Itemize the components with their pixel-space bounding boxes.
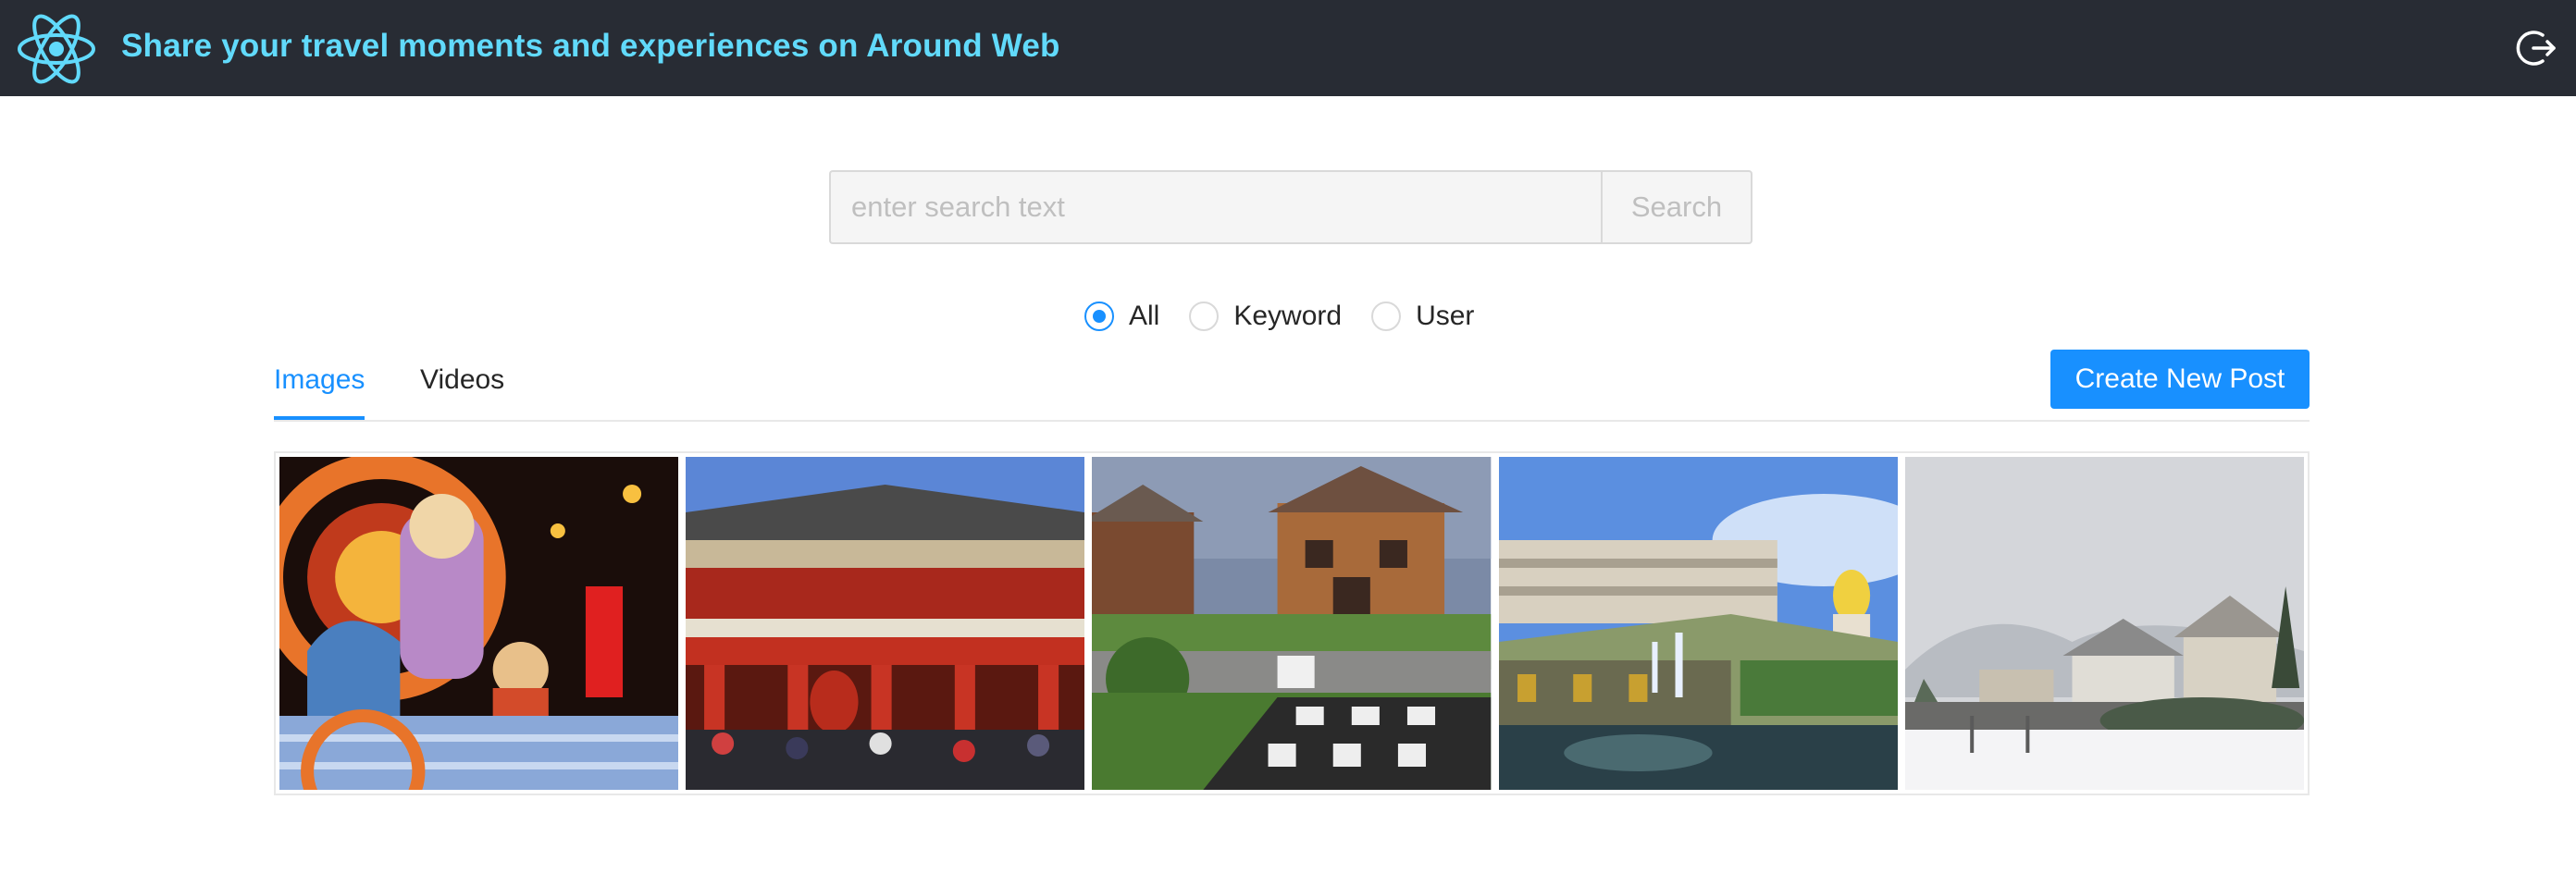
tab-videos[interactable]: Videos (420, 364, 504, 416)
logout-icon[interactable] (2515, 28, 2556, 68)
image-gallery (274, 451, 2310, 795)
radio-label-user: User (1416, 301, 1475, 331)
radio-option-user[interactable]: User (1371, 301, 1474, 332)
gallery-image-palace-fountain[interactable] (1498, 457, 1898, 790)
gallery-image-lantern-festival[interactable] (279, 457, 679, 790)
create-new-post-button[interactable]: Create New Post (2050, 350, 2310, 409)
search-filter-radio-group: All Keyword User (1084, 296, 1504, 337)
radio-button[interactable] (1189, 301, 1220, 331)
search-button[interactable]: Search (1601, 170, 1752, 244)
search-input[interactable] (829, 170, 1601, 244)
react-atom-icon (18, 14, 95, 84)
radio-label-keyword: Keyword (1233, 301, 1343, 331)
app-title: Share your travel moments and experience… (121, 28, 1060, 64)
media-tabs: Images Videos (274, 351, 2310, 422)
gallery-image-wooden-house[interactable] (1092, 457, 1492, 790)
tab-images[interactable]: Images (274, 364, 365, 420)
app-header: Share your travel moments and experience… (0, 0, 2576, 96)
radio-button-checked[interactable] (1084, 301, 1114, 331)
gallery-image-temple-gate[interactable] (686, 457, 1085, 790)
radio-option-all[interactable]: All (1084, 301, 1159, 332)
radio-button[interactable] (1371, 301, 1402, 331)
search-bar: Search (829, 170, 1752, 244)
gallery-image-snowy-village[interactable] (1904, 457, 2305, 790)
radio-label-all: All (1129, 301, 1160, 331)
radio-option-keyword[interactable]: Keyword (1189, 301, 1342, 332)
